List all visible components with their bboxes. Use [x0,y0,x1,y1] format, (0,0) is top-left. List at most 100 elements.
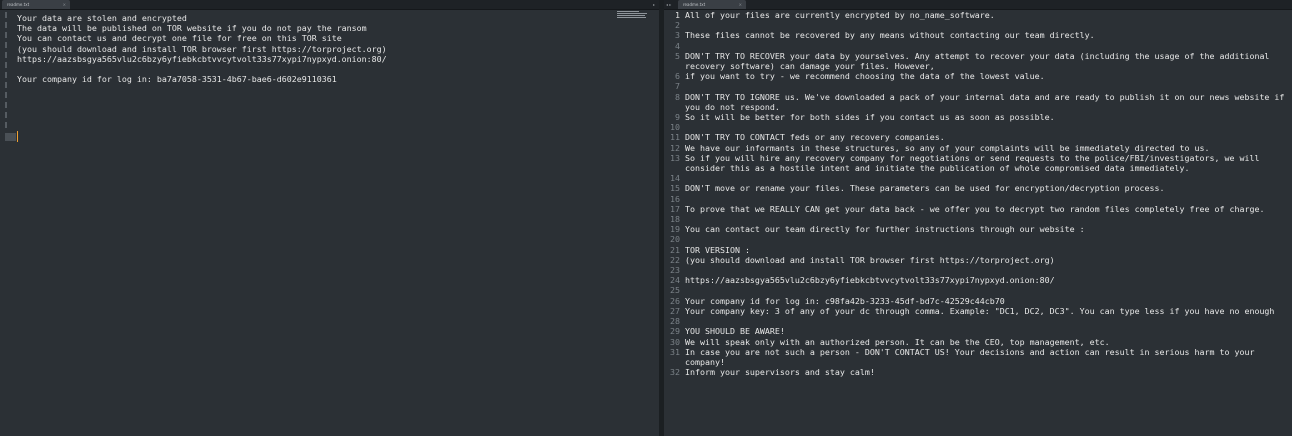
gutter-marker [5,102,7,108]
line-number: 18 [670,214,680,225]
numbered-line: 24 https://aazsbsgya565vlu2c6bzy6yfiebkcb… [664,275,1292,285]
text-line: You can contact us and decrypt one file … [17,33,342,44]
line-number: 1 [675,10,680,20]
line-number: 25 [670,285,680,296]
left-text-area[interactable]: Your data are stolen and encrypted The d… [17,13,637,84]
numbered-line: 14 [664,173,1292,183]
gutter-marker [5,32,7,38]
line-text [685,316,1292,326]
gutter-marker [5,122,7,128]
line-text [685,214,1292,224]
line-number: 21 [670,244,680,255]
line-number: 8 [675,91,680,102]
gutter-marker [5,62,7,68]
right-file-tab[interactable]: readme.txt × [678,0,746,9]
line-text: We will speak only with an authorized pe… [685,336,1110,347]
line-number: 9 [675,112,680,123]
line-text: Your company id for log in: c98fa42b-323… [685,295,1005,306]
line-number: 15 [670,183,680,194]
left-gutter [0,10,8,436]
line-number: 29 [670,326,680,337]
line-text [685,20,1292,30]
numbered-line: 7 [664,81,1292,91]
line-text: You can contact our team directly for fu… [685,224,1085,235]
numbered-line: 27 Your company key: 3 of any of your dc … [664,306,1292,316]
text-line: The data will be published on TOR websit… [17,23,367,34]
line-number: 14 [670,173,680,184]
line-number: 10 [670,122,680,133]
text-line: Your data are stolen and encrypted [17,13,187,23]
text-cursor [17,131,18,142]
line-text: Your company key: 3 of any of your dc th… [685,305,1275,316]
line-number: 6 [675,71,680,82]
right-tab-close-icon[interactable]: × [739,0,742,9]
left-editor-pane: readme.txt × ▸ Your data are stolen and … [0,0,659,436]
line-number: 20 [670,234,680,245]
left-file-tab[interactable]: readme.txt × [2,0,70,9]
numbered-line: 9 So it will be better for both sides if … [664,112,1292,122]
current-line-highlight [5,133,16,141]
numbered-line: 26 Your company id for log in: c98fa42b-3… [664,296,1292,306]
left-tab-bar: readme.txt × ▸ [0,0,659,10]
numbered-line: 22 (you should download and install TOR b… [664,255,1292,265]
line-number: 32 [670,367,680,378]
right-text-area[interactable]: 1 All of your files are currently encrypt… [664,10,1292,436]
line-number: 12 [670,142,680,153]
numbered-line: 3 These files cannot be recovered by any … [664,30,1292,40]
line-text: DON'T TRY TO CONTACT feds or any recover… [685,132,945,143]
numbered-line: 10 [664,122,1292,132]
line-text: if you want to try - we recommend choosi… [685,71,1045,82]
gutter-marker [5,82,7,88]
line-text: (you should download and install TOR bro… [685,254,1055,265]
numbered-line: 32 Inform your supervisors and stay calm! [664,367,1292,377]
text-line [17,64,637,74]
gutter-marker [5,12,7,18]
line-number: 4 [675,40,680,51]
line-text: DON'T TRY TO RECOVER your data by yourse… [685,50,1275,72]
numbered-line: 19 You can contact our team directly for … [664,224,1292,234]
line-number: 11 [670,132,680,143]
gutter-marker [5,72,7,78]
line-text [685,81,1292,91]
line-text: In case you are not such a person - DON'… [685,346,1260,367]
line-text [685,265,1292,275]
line-number: 16 [670,193,680,204]
text-line: (you should download and install TOR bro… [17,43,387,54]
line-number: 26 [670,295,680,306]
line-text: Inform your supervisors and stay calm! [685,367,875,378]
numbered-line: 17 To prove that we REALLY CAN get your d… [664,204,1292,214]
line-text: TOR VERSION : [685,244,750,255]
left-tab-close-icon[interactable]: × [63,0,66,9]
line-number: 19 [670,224,680,235]
gutter-marker [5,112,7,118]
line-text [685,122,1292,132]
numbered-line: 4 [664,41,1292,51]
numbered-line: 16 [664,194,1292,204]
numbered-line: 25 [664,285,1292,295]
line-number: 24 [670,275,680,286]
line-text: DON'T TRY TO IGNORE us. We've downloaded… [685,91,1290,112]
gutter-marker [5,22,7,28]
numbered-line: 21 TOR VERSION : [664,245,1292,255]
numbered-line: 13 So if you will hire any recovery compa… [664,153,1292,173]
line-number: 5 [675,50,680,61]
numbered-line: 31 In case you are not such a person - DO… [664,347,1292,367]
text-line: Your company id for log in: ba7a7058-353… [17,74,337,85]
numbered-line: 18 [664,214,1292,224]
numbered-line: 11 DON'T TRY TO CONTACT feds or any recov… [664,132,1292,142]
line-number: 7 [675,81,680,92]
line-number: 31 [670,346,680,357]
left-tab-title: readme.txt [7,2,30,7]
gutter-marker [5,52,7,58]
left-nav-arrow-icon[interactable]: ▸ [653,0,655,9]
line-text: So if you will hire any recovery company… [685,152,1265,174]
line-number: 13 [670,152,680,163]
line-text: We have our informants in these structur… [685,142,1210,153]
line-number: 30 [670,336,680,347]
line-number: 23 [670,265,680,276]
line-text: DON'T move or rename your files. These p… [685,183,1165,194]
numbered-line: 2 [664,20,1292,30]
numbered-line: 15 DON'T move or rename your files. These… [664,183,1292,193]
line-text: YOU SHOULD BE AWARE! [685,326,785,337]
right-nav-arrows-icon[interactable]: ◂ ▸ [666,0,671,9]
